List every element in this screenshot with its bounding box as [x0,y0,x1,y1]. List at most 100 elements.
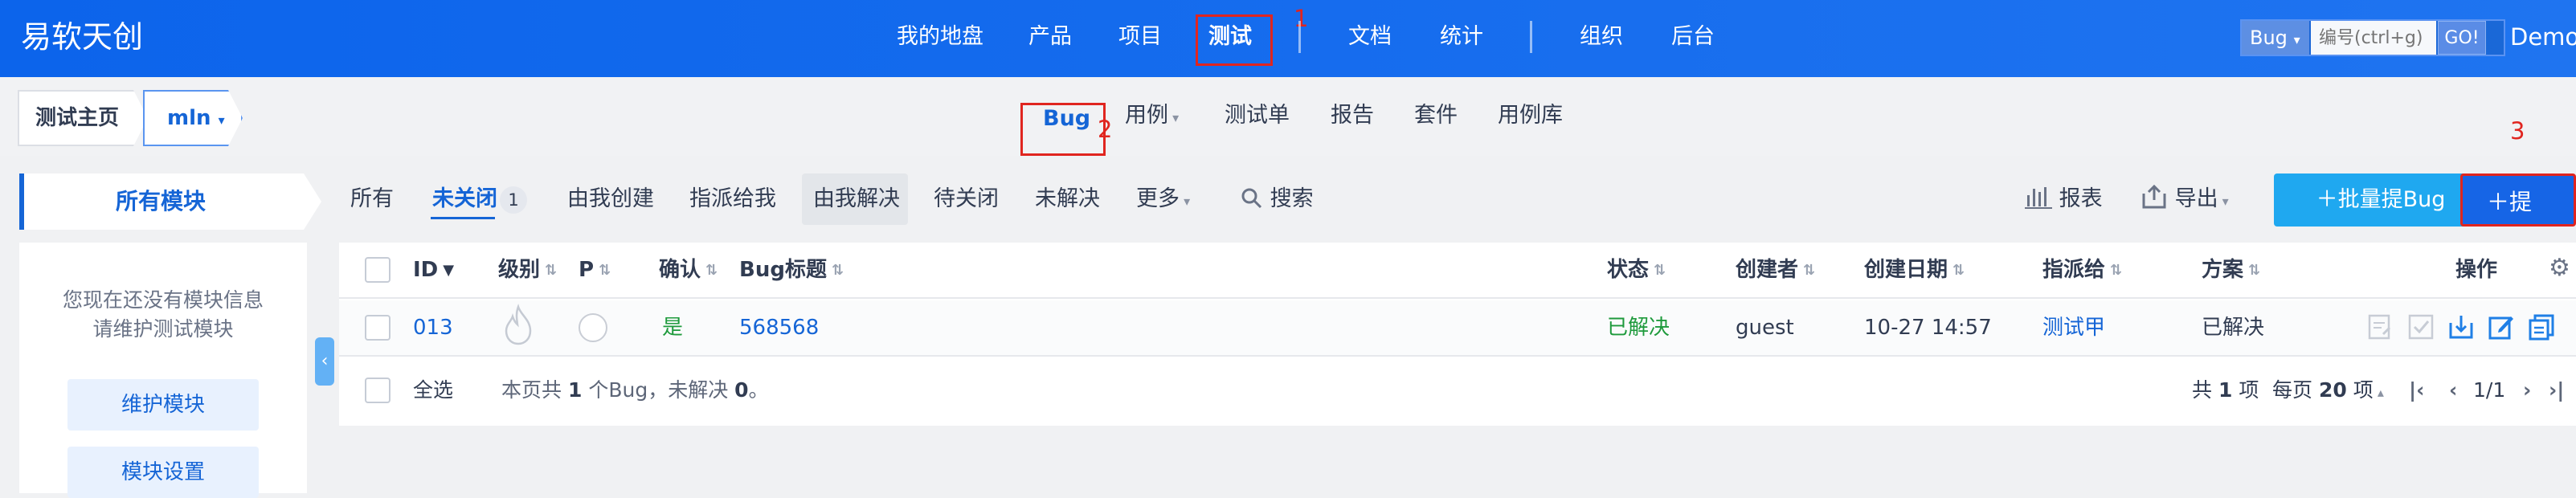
sort-icon: ⇅ [599,261,611,279]
col-creator[interactable]: 创建者 ⇅ [1736,254,1815,287]
page-indicator: 1/1 [2473,378,2506,402]
tab-suite[interactable]: 套件 [1414,100,1458,132]
total-count: 共 1 项 [2192,378,2259,402]
filter-unclosed[interactable]: 未关闭 [432,183,497,215]
report-label: 报表 [2059,186,2103,211]
select-all-header-checkbox[interactable] [365,257,390,283]
nav-project[interactable]: 项目 [1118,22,1162,51]
export-label: 导出 [2174,186,2218,211]
tab-case[interactable]: 用例 ▾ [1125,100,1179,134]
nav-doc[interactable]: 文档 [1348,22,1392,51]
priority-indicator [579,313,607,342]
row-created-date: 10-27 14:57 [1864,316,1992,340]
nav-test[interactable]: 测试 [1208,22,1252,51]
filter-unresolved[interactable]: 未解决 [1035,183,1100,215]
row-creator: guest [1736,316,1794,340]
col-pri[interactable]: P ⇅ [579,254,611,287]
last-page-button[interactable]: ›| [2549,374,2564,406]
edit-icon[interactable] [2488,313,2515,341]
nav-stats[interactable]: 统计 [1440,22,1483,51]
close-bug-icon[interactable] [2447,313,2475,341]
annotation-2: 2 [1098,116,1113,143]
top-navbar [0,0,2576,77]
row-checkbox[interactable] [365,315,390,341]
tab-bug[interactable]: Bug [1043,103,1090,135]
annotation-3: 3 [2510,117,2525,145]
breadcrumb-product[interactable]: mln ▾ [143,90,243,146]
empty-line-1: 您现在还没有模块信息 [62,288,264,312]
sort-icon: ⇅ [1803,261,1816,279]
batch-create-bug-button[interactable]: ＋批量提Bug [2274,173,2488,227]
sort-icon: ⇅ [2110,261,2123,279]
filter-count-badge: 1 [500,186,527,214]
tab-report[interactable]: 报告 [1331,100,1374,132]
col-status[interactable]: 状态 ⇅ [1607,254,1666,287]
per-page-select[interactable]: 每页 20 项 ▴ [2272,374,2384,409]
col-assignee[interactable]: 指派给 ⇅ [2042,254,2122,287]
sidebar-collapse-toggle[interactable]: ‹ [315,337,334,386]
settings-icon[interactable]: ⚙ [2549,252,2570,284]
row-confirmed: 是 [662,316,684,340]
col-title[interactable]: Bug标题 ⇅ [739,254,844,287]
search-input[interactable] [2311,21,2436,55]
prev-page-button[interactable]: ‹ [2449,374,2457,406]
copy-icon[interactable] [2528,313,2555,341]
fire-icon [505,304,532,345]
row-id-link[interactable]: 013 [413,312,453,344]
module-tree-title[interactable]: 所有模块 [19,173,321,230]
caret-down-icon: ▾ [2218,194,2229,209]
nav-my[interactable]: 我的地盘 [897,22,983,51]
nav-admin[interactable]: 后台 [1671,22,1715,51]
row-title-link[interactable]: 568568 [739,312,819,344]
filter-to-close[interactable]: 待关闭 [934,183,999,215]
search-icon [1241,188,1262,209]
active-filter-underline [431,217,495,219]
filter-assigned-to-me[interactable]: 指派给我 [689,183,776,215]
filter-more[interactable]: 更多 ▾ [1136,183,1190,218]
report-icon [2025,187,2052,209]
select-all-checkbox[interactable] [365,378,390,403]
sort-icon: ⇅ [1654,261,1666,279]
search-label: 搜索 [1270,186,1314,211]
plus-icon: ＋ [2316,187,2338,212]
breadcrumb-home[interactable]: 测试主页 [18,90,148,146]
sort-icon: ⇅ [1952,261,1965,279]
row-assignee-link[interactable]: 测试甲 [2042,312,2105,344]
filter-all[interactable]: 所有 [350,183,394,215]
filter-resolved-by-me[interactable]: 由我解决 [813,183,900,215]
create-bug-button[interactable]: ＋提Bug [2460,173,2576,268]
nav-product[interactable]: 产品 [1028,22,1072,51]
caret-down-icon: ▾ [1180,194,1191,209]
sort-icon: ⇅ [545,261,558,279]
col-confirmed[interactable]: 确认 ⇅ [659,254,718,287]
caret-up-icon: ▴ [2373,385,2384,400]
search-type-select[interactable]: Bug ▾ [2242,21,2309,55]
filter-created-by-me[interactable]: 由我创建 [567,183,654,215]
resolve-icon[interactable] [2407,313,2435,341]
brand-logo[interactable]: 易软天创 [21,14,143,59]
nav-org[interactable]: 组织 [1580,22,1623,51]
col-created-date[interactable]: 创建日期 ⇅ [1864,254,1965,287]
page-summary: 本页共 1 个Bug，未解决 0。 [501,378,769,402]
user-menu[interactable]: Demo [2510,22,2576,51]
col-id[interactable]: ID ▼ [413,254,454,287]
maintain-module-button[interactable]: 维护模块 [67,379,259,431]
tab-testtask[interactable]: 测试单 [1225,100,1290,132]
search-toggle[interactable]: 搜索 [1241,183,1314,215]
col-resolution[interactable]: 方案 ⇅ [2202,254,2260,287]
col-severity[interactable]: 级别 ⇅ [498,254,557,287]
select-all-label[interactable]: 全选 [413,374,453,406]
export-icon [2142,184,2166,209]
first-page-button[interactable]: |‹ [2409,374,2424,406]
next-page-button[interactable]: › [2523,374,2531,406]
module-settings-button[interactable]: 模块设置 [67,447,259,498]
caret-down-icon: ▾ [2293,32,2300,47]
report-button[interactable]: 报表 [2025,183,2103,215]
module-empty-message: 您现在还没有模块信息 请维护测试模块 [19,286,307,344]
export-button[interactable]: 导出 ▾ [2141,183,2229,218]
tab-caselib[interactable]: 用例库 [1498,100,1563,132]
empty-line-2: 请维护测试模块 [92,317,234,341]
sort-icon: ⇅ [831,261,844,279]
search-go-button[interactable]: GO! [2438,21,2486,55]
confirm-icon[interactable] [2367,313,2394,341]
